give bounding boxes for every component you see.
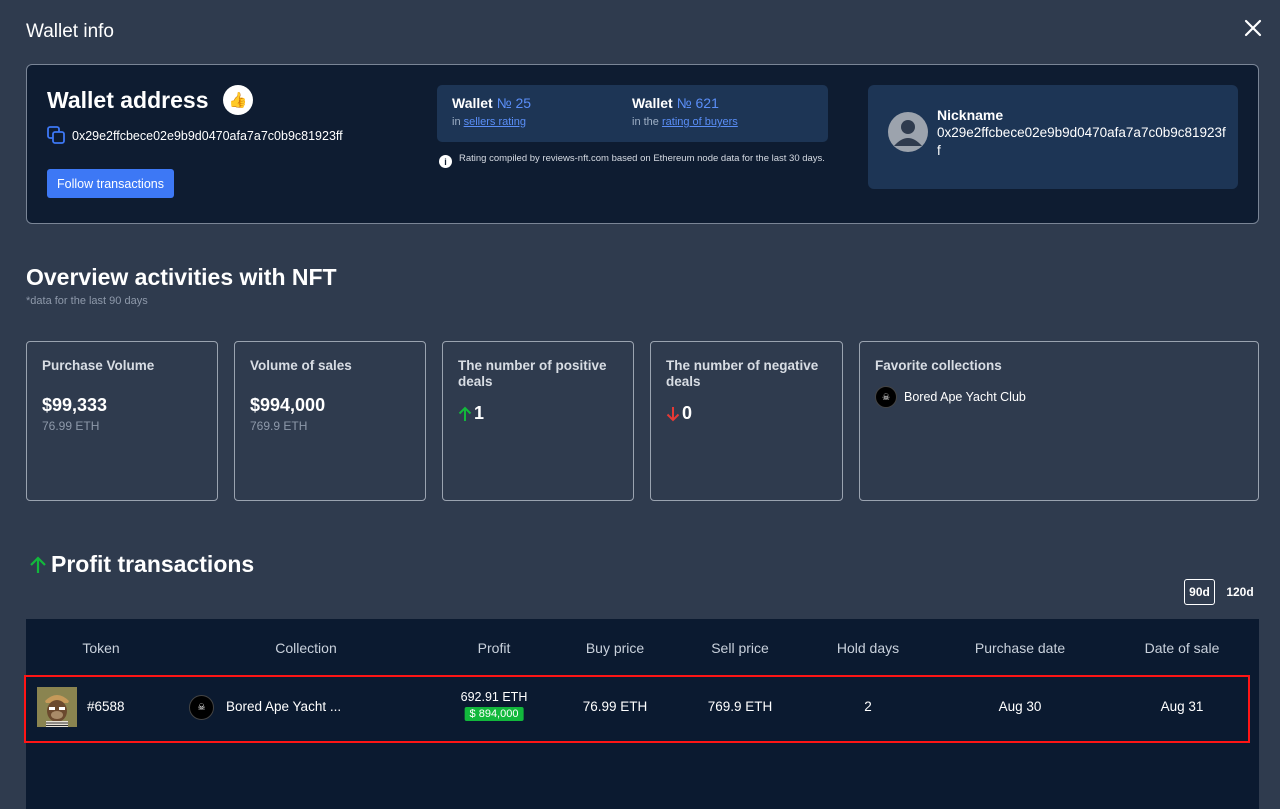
positive-deals-label: The number of positive deals — [458, 358, 607, 389]
column-header-sell-price[interactable]: Sell price — [711, 640, 769, 656]
buyer-rating-pre-link: in the — [632, 116, 659, 128]
sales-volume-eth: 769.9 ETH — [250, 419, 308, 433]
column-header-date-of-sale[interactable]: Date of sale — [1145, 640, 1220, 656]
rating-box: Wallet № 25 in sellers rating Wallet № 6… — [437, 85, 828, 142]
profit-cell: 692.91 ETH $ 894,000 — [460, 690, 528, 722]
hold-days: 2 — [864, 699, 872, 714]
purchase-volume-eth: 76.99 ETH — [42, 419, 100, 433]
wallet-address-heading: Wallet address — [47, 87, 209, 113]
buy-price: 76.99 ETH — [582, 699, 648, 714]
bayc-logo-icon: ☠ — [189, 695, 214, 720]
favorite-collections-label: Favorite collections — [875, 358, 1002, 373]
purchase-volume-label: Purchase Volume — [42, 358, 155, 373]
info-icon: i — [439, 155, 452, 168]
sales-volume-card: Volume of sales $994,000 769.9 ETH — [234, 341, 426, 501]
nickname-label: Nickname — [937, 107, 1004, 123]
positive-deals-card: The number of positive deals 1 — [442, 341, 634, 501]
arrow-down-icon — [666, 406, 680, 421]
arrow-up-icon — [30, 555, 46, 573]
close-icon[interactable] — [1242, 17, 1264, 39]
purchase-volume-card: Purchase Volume $99,333 76.99 ETH — [26, 341, 218, 501]
favorite-collection-item[interactable]: ☠ Bored Ape Yacht Club — [875, 386, 1243, 408]
column-header-buy-price[interactable]: Buy price — [586, 640, 644, 656]
negative-deals-card: The number of negative deals 0 — [650, 341, 843, 501]
sell-price: 769.9 ETH — [707, 699, 773, 714]
rating-note-text: Rating compiled by reviews-nft.com based… — [459, 153, 825, 164]
column-header-token[interactable]: Token — [82, 640, 119, 656]
ape-nft-image — [37, 687, 77, 727]
modal-title: Wallet info — [26, 21, 114, 42]
profit-transactions-label: Profit transactions — [51, 551, 255, 577]
user-icon — [894, 120, 922, 146]
sales-volume-label: Volume of sales — [250, 358, 352, 373]
wallet-card: Wallet address 👍 0x29e2ffcbece02e9b9d047… — [26, 64, 1259, 224]
negative-deals-count: 0 — [682, 403, 693, 423]
arrow-up-icon — [458, 406, 472, 421]
nickname-value: 0x29e2ffcbece02e9b9d0470afa7a7c0b9c81923… — [937, 125, 1226, 158]
rating-note: i Rating compiled by reviews-nft.com bas… — [439, 153, 829, 168]
purchase-volume-value: $99,333 — [42, 395, 108, 415]
negative-deals-label: The number of negative deals — [666, 358, 819, 389]
avatar — [888, 112, 928, 152]
favorite-collections-card: Favorite collections ☠ Bored Ape Yacht C… — [859, 341, 1259, 501]
profit-transactions-title: Profit transactions — [28, 551, 254, 578]
follow-transactions-button[interactable]: Follow transactions — [47, 169, 174, 198]
token-id[interactable]: #6588 — [87, 699, 125, 714]
sale-date: Aug 31 — [1160, 699, 1204, 714]
column-header-collection[interactable]: Collection — [275, 640, 336, 656]
column-header-purchase-date[interactable]: Purchase date — [975, 640, 1065, 656]
favorite-collection-name: Bored Ape Yacht Club — [904, 390, 1026, 404]
thumbs-up-icon: 👍 — [223, 85, 253, 115]
wallet-address-row: 0x29e2ffcbece02e9b9d0470afa7a7c0b9c81923… — [47, 126, 343, 145]
positive-deals-count: 1 — [474, 403, 485, 423]
nickname-box: Nickname 0x29e2ffcbece02e9b9d0470afa7a7c… — [868, 85, 1238, 189]
bayc-logo-icon: ☠ — [875, 386, 897, 408]
copy-icon[interactable] — [47, 126, 66, 145]
sellers-rating-link[interactable]: sellers rating — [464, 116, 526, 128]
wallet-address-text[interactable]: 0x29e2ffcbece02e9b9d0470afa7a7c0b9c81923… — [72, 129, 343, 143]
seller-rating-pre-link: in — [452, 116, 461, 128]
seller-rating-number: № 25 — [496, 95, 532, 111]
buyer-rating: Wallet № 621 in the rating of buyers — [632, 95, 738, 128]
buyers-rating-link[interactable]: rating of buyers — [662, 116, 738, 128]
profit-usd-badge: $ 894,000 — [464, 707, 524, 721]
buyer-rating-number: № 621 — [676, 95, 719, 111]
collection-name[interactable]: Bored Ape Yacht ... — [226, 699, 341, 714]
period-120d-button[interactable]: 120d — [1222, 579, 1258, 605]
sales-volume-value: $994,000 — [250, 395, 326, 415]
profit-eth: 692.91 ETH — [460, 690, 528, 704]
seller-rating-prefix: Wallet — [452, 95, 493, 111]
overview-title: Overview activities with NFT — [26, 264, 337, 290]
column-header-hold-days[interactable]: Hold days — [837, 640, 899, 656]
purchase-date: Aug 30 — [998, 699, 1042, 714]
period-90d-button[interactable]: 90d — [1184, 579, 1215, 605]
column-header-profit[interactable]: Profit — [478, 640, 511, 656]
buyer-rating-prefix: Wallet — [632, 95, 673, 111]
seller-rating: Wallet № 25 in sellers rating — [452, 95, 531, 128]
token-thumbnail[interactable] — [37, 687, 77, 727]
overview-subtitle: *data for the last 90 days — [26, 295, 148, 307]
